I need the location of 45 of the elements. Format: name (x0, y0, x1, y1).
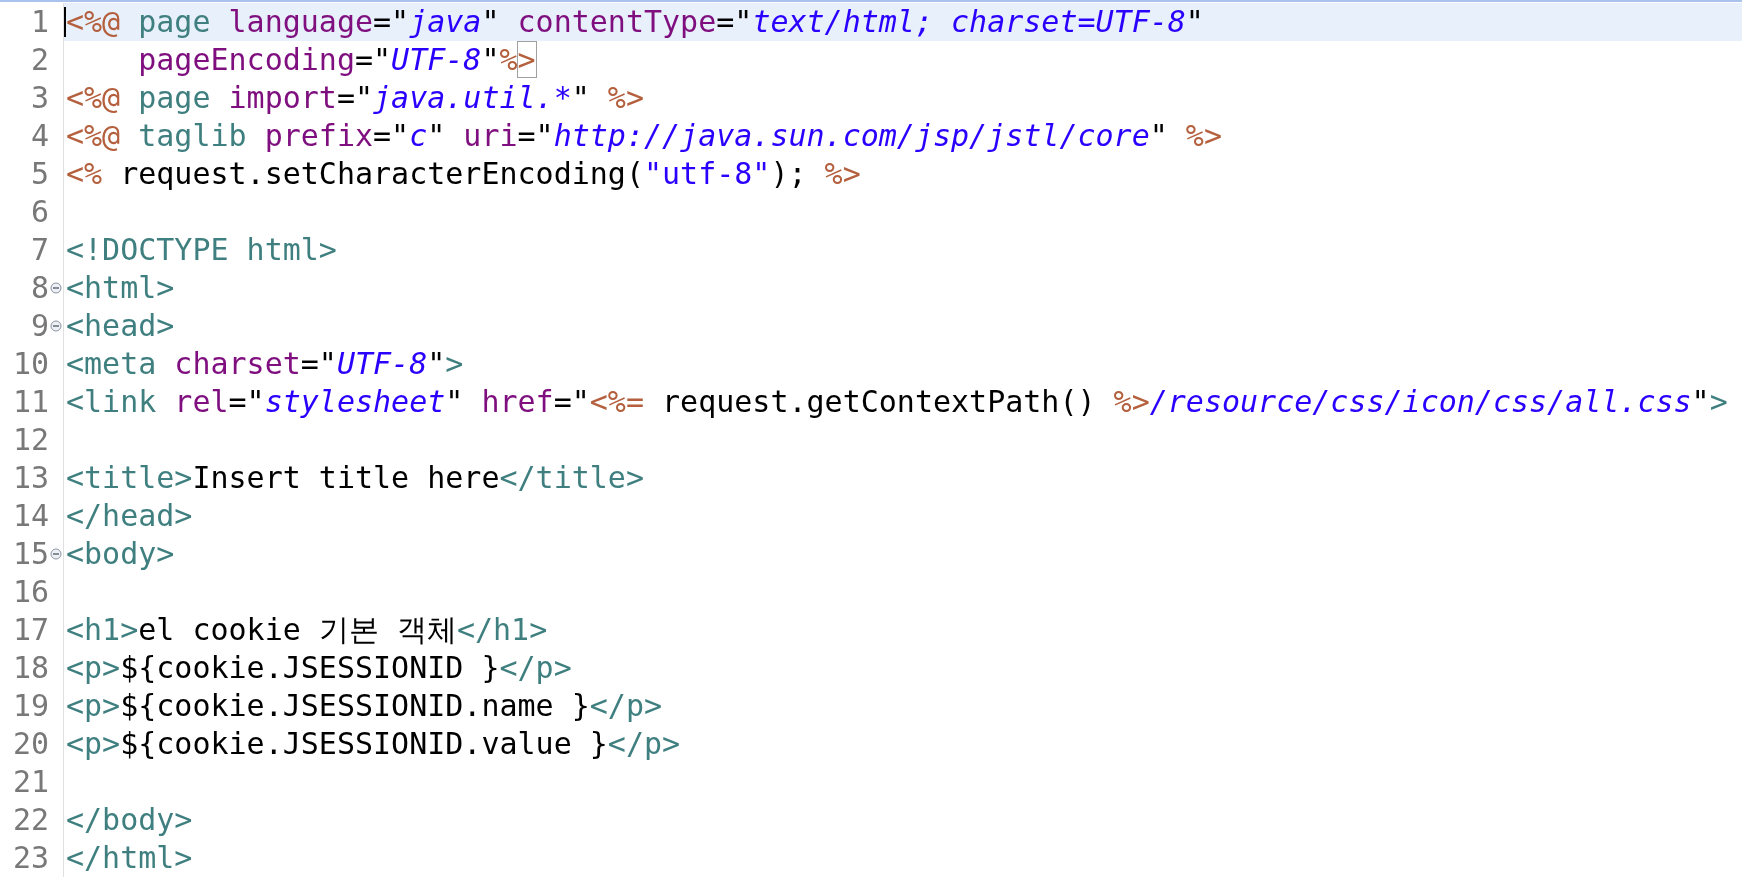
line-number: 4 (30, 121, 49, 151)
line-number: 8 (30, 273, 49, 303)
code-line: </head> (66, 501, 193, 531)
code-line: <!DOCTYPE html> (66, 235, 337, 265)
code-line: <p>${cookie.JSESSIONID }</p> (66, 653, 572, 683)
line-number: 2 (30, 45, 49, 75)
code-line: <meta charset="UTF-8"> (66, 349, 464, 379)
line-number: 16 (12, 577, 49, 607)
code-line: <%@ page language="java" contentType="text/html; charset=UTF-8" (66, 7, 1204, 37)
code-line: <link rel="stylesheet" href="<%= request.getContextPath() %>/resource/css/icon/css/all.css"> (66, 387, 1728, 417)
line-number: 23 (12, 843, 49, 873)
line-number: 10 (12, 349, 49, 379)
line-number: 11 (12, 387, 49, 417)
text-caret (64, 7, 66, 37)
line-number: 13 (12, 463, 49, 493)
code-line: <title>Insert title here</title> (66, 463, 644, 493)
code-line: <head> (66, 311, 175, 341)
code-line: <%@ page import="java.util.*" %> (66, 83, 644, 113)
code-line: <html> (66, 273, 175, 303)
code-line: </body> (66, 805, 193, 835)
code-line: <% request.setCharacterEncoding("utf-8"); %> (66, 159, 861, 189)
code-line: <p>${cookie.JSESSIONID.value }</p> (66, 729, 681, 759)
line-number: 1 (30, 7, 49, 37)
code-line: <h1>el cookie 기본 객체</h1> (66, 615, 548, 645)
line-number: 19 (12, 691, 49, 721)
line-number: 6 (30, 197, 49, 227)
line-number: 9 (30, 311, 49, 341)
line-number: 15 (12, 539, 49, 569)
line-number: 22 (12, 805, 49, 835)
code-line: <%@ taglib prefix="c" uri="http://java.sun.com/jsp/jstl/core" %> (66, 121, 1222, 151)
code-line: <p>${cookie.JSESSIONID.name }</p> (66, 691, 663, 721)
line-number: 5 (30, 159, 49, 189)
code-line: </html> (66, 843, 193, 873)
collapse-icon[interactable] (50, 282, 62, 294)
line-number: 7 (30, 235, 49, 265)
line-number: 12 (12, 425, 49, 455)
collapse-icon[interactable] (50, 548, 62, 560)
line-number: 14 (12, 501, 49, 531)
collapse-icon[interactable] (50, 320, 62, 332)
line-number: 17 (12, 615, 49, 645)
line-number: 20 (12, 729, 49, 759)
code-line: <body> (66, 539, 175, 569)
line-number: 21 (12, 767, 49, 797)
line-number: 18 (12, 653, 49, 683)
line-number: 3 (30, 83, 49, 113)
